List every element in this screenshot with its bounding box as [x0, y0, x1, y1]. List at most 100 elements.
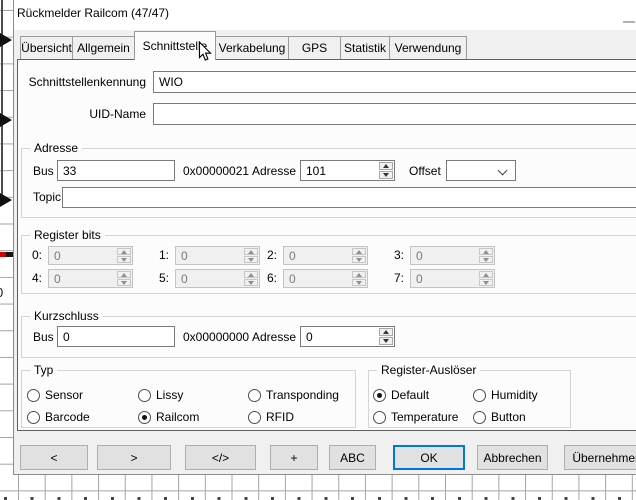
radio-railcom[interactable]: Railcom [138, 410, 199, 424]
uid-name-input[interactable] [153, 103, 636, 125]
spin-up-button [352, 248, 366, 255]
topic-input[interactable] [62, 187, 636, 208]
spin-down-button [117, 279, 131, 286]
spin-up-button [117, 271, 131, 278]
radio-circle [373, 389, 386, 402]
spin-up-button [244, 248, 258, 255]
bit-label: 7: [394, 271, 404, 286]
track-arrow-icon [0, 33, 12, 47]
abc-button[interactable]: ABC [329, 445, 376, 470]
arrow-up-icon [383, 330, 389, 334]
spin-up-button[interactable] [379, 328, 393, 336]
bit-label: 6: [267, 271, 277, 286]
spin-down-button[interactable] [379, 171, 393, 179]
register-ausloeser-group: Register-Auslöser Default Humidity Tempe… [368, 370, 571, 428]
typ-group: Typ Sensor Lissy Transponding Barcode Ra… [21, 370, 356, 428]
radio-circle [248, 389, 261, 402]
next-button[interactable]: > [97, 445, 171, 470]
adresse-label: Adresse [252, 164, 296, 179]
spin-up-button[interactable] [379, 162, 393, 170]
background-border-line [1, 0, 3, 205]
radio-circle [27, 411, 40, 424]
radio-transponding[interactable]: Transponding [248, 388, 339, 402]
cancel-button[interactable]: Abbrechen [477, 445, 548, 470]
radio-circle [248, 411, 261, 424]
window-title: Rückmelder Railcom (47/47) [17, 6, 169, 20]
bit-spinner-input [176, 270, 243, 287]
kurzschluss-hex-value: 0x00000000 [183, 330, 249, 345]
kurzschluss-bus-input[interactable] [57, 326, 175, 347]
radio-lissy[interactable]: Lissy [138, 388, 183, 402]
tab-allgemein[interactable]: Allgemein [72, 36, 135, 59]
tab-gps[interactable]: GPS [288, 36, 341, 59]
bit-spinner-input [284, 247, 351, 264]
kurzschluss-adresse-input[interactable] [301, 327, 378, 346]
radio-default[interactable]: Default [373, 388, 429, 402]
uid-name-label: UID-Name [18, 107, 146, 122]
topic-label: Topic [33, 190, 61, 205]
bit-spinner-input [49, 247, 116, 264]
spin-up-button [244, 271, 258, 278]
minimize-icon[interactable] [623, 21, 635, 23]
adresse-spinner[interactable] [300, 160, 395, 181]
radio-humidity[interactable]: Humidity [473, 388, 538, 402]
arrow-down-icon [383, 173, 389, 177]
bit-spinner-2 [283, 246, 368, 265]
typ-group-title: Typ [30, 363, 57, 378]
radio-barcode[interactable]: Barcode [27, 410, 90, 424]
tab-uebersicht[interactable]: Übersicht [20, 36, 73, 59]
bus-label: Bus [33, 164, 54, 179]
track-segment-black [6, 252, 13, 257]
spin-up-button [352, 271, 366, 278]
radio-circle [138, 389, 151, 402]
code-button[interactable]: </> [185, 445, 256, 470]
spin-down-button [479, 256, 493, 263]
spin-down-button[interactable] [379, 337, 393, 345]
tab-verwendung[interactable]: Verwendung [389, 36, 467, 59]
radio-temperature[interactable]: Temperature [373, 410, 458, 424]
ok-button[interactable]: OK [393, 445, 465, 470]
spinner-buttons [379, 328, 393, 345]
radio-circle [373, 411, 386, 424]
kurzschluss-group-title: Kurzschluss [30, 309, 103, 324]
spin-up-button [117, 248, 131, 255]
bit-spinner-0 [48, 246, 133, 265]
title-bar: Rückmelder Railcom (47/47) [14, 0, 636, 30]
spinner-buttons [379, 162, 393, 179]
add-button[interactable]: + [270, 445, 318, 470]
mouse-cursor [198, 41, 212, 62]
bit-spinner-input [284, 270, 351, 287]
kurzschluss-adresse-spinner[interactable] [300, 326, 395, 347]
tab-panel: Schnittstellenkennung UID-Name Adresse B… [17, 59, 636, 431]
register-bits-group: Register bits 0: 1: 2: 3: 4: [21, 235, 636, 294]
register-bits-group-title: Register bits [30, 228, 105, 243]
offset-combobox[interactable] [446, 160, 516, 181]
adresse-spinner-input[interactable] [301, 161, 378, 180]
kurzschluss-group: Kurzschluss Bus 0x00000000 Adresse [21, 316, 636, 358]
bus-input[interactable] [57, 160, 175, 181]
radio-circle [138, 411, 151, 424]
radio-sensor[interactable]: Sensor [27, 388, 83, 402]
kurzschluss-adresse-label: Adresse [252, 330, 296, 345]
track-arrow-icon [0, 113, 12, 127]
radio-rfid[interactable]: RFID [248, 410, 294, 424]
kennung-input[interactable] [153, 71, 636, 93]
spin-down-button [117, 256, 131, 263]
kennung-label: Schnittstellenkennung [18, 75, 146, 90]
bit-label: 3: [394, 248, 404, 263]
offset-label: Offset [409, 164, 441, 179]
prev-button[interactable]: < [20, 445, 88, 470]
apply-button[interactable]: Übernehmen [564, 445, 636, 470]
spin-down-button [479, 279, 493, 286]
track-arrow-icon [0, 193, 12, 207]
spin-down-button [244, 256, 258, 263]
tab-statistik[interactable]: Statistik [340, 36, 390, 59]
adresse-group: Adresse Bus 0x00000021 Adresse Offset To… [21, 148, 636, 218]
bit-spinner-6 [283, 269, 368, 288]
bit-spinner-5 [175, 269, 260, 288]
bit-label: 5: [159, 271, 169, 286]
radio-button[interactable]: Button [473, 410, 526, 424]
bus-hex-value: 0x00000021 [183, 164, 249, 179]
tab-verkabelung[interactable]: Verkabelung [215, 36, 289, 59]
adresse-group-title: Adresse [30, 141, 82, 156]
